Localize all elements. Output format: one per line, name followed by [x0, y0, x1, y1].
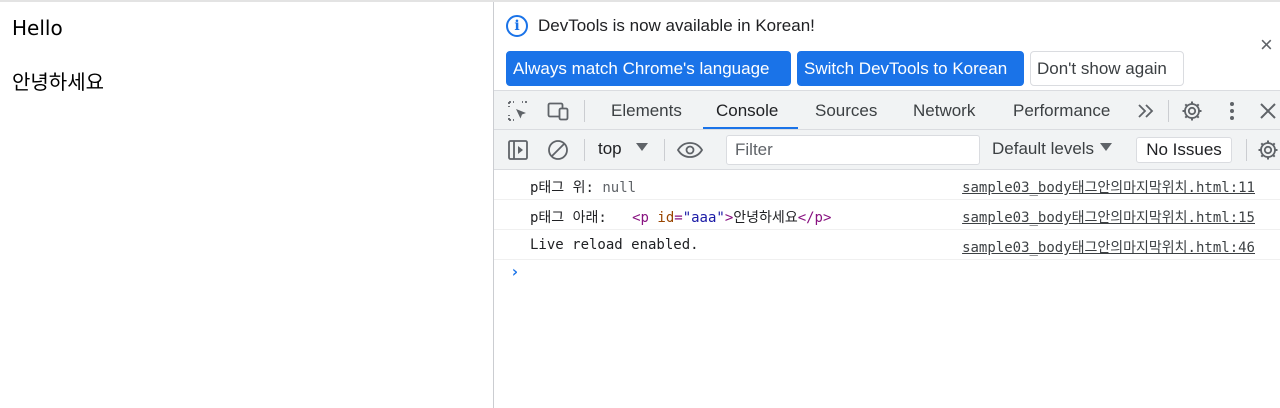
always-match-language-button[interactable]: Always match Chrome's language [506, 51, 791, 86]
chevron-down-icon[interactable] [636, 143, 648, 151]
console-toolbar: top Default levels No Issues [494, 130, 1280, 170]
tab-network[interactable]: Network [913, 91, 975, 130]
message-label: p태그 아래: [530, 210, 616, 226]
message-label: p태그 위: [530, 180, 603, 196]
toolbar-divider [664, 139, 665, 161]
info-icon: i [506, 15, 528, 37]
toolbar-divider [584, 139, 585, 161]
context-selector[interactable]: top [598, 139, 622, 159]
tab-sources[interactable]: Sources [815, 91, 877, 130]
issues-button[interactable]: No Issues [1136, 137, 1232, 163]
toolbar-divider [1246, 139, 1247, 161]
infobar-message: DevTools is now available in Korean! [538, 16, 815, 35]
console-filter-input[interactable] [726, 135, 980, 165]
chevron-down-icon[interactable] [1100, 143, 1112, 151]
html-attr-value: "aaa" [682, 210, 725, 226]
page-paragraph-p: 안녕하세요 [12, 70, 104, 94]
html-text: 안녕하세요 [733, 210, 798, 226]
tab-performance[interactable]: Performance [1013, 91, 1110, 130]
html-end-tag: </p> [797, 210, 832, 226]
html-tag-open: <p [632, 210, 649, 226]
tab-console[interactable]: Console [716, 91, 778, 130]
console-settings-gear-icon[interactable] [1256, 138, 1280, 162]
page-paragraph-hello: Hello [12, 16, 63, 40]
console-message-row: p태그 위: null sample03_body태그안의마지막위치.html:… [494, 170, 1280, 200]
source-link[interactable]: sample03_body태그안의마지막위치.html:15 [962, 207, 1255, 227]
sidebar-toggle-icon[interactable] [506, 138, 530, 162]
console-message-row: p태그 아래: <p id="aaa">안녕하세요</p> sample03_b… [494, 200, 1280, 230]
page-viewport: Hello 안녕하세요 [0, 2, 493, 408]
console-message-row: Live reload enabled. sample03_body태그안의마지… [494, 230, 1280, 260]
toolbar-divider [584, 100, 585, 122]
inspect-element-icon[interactable] [506, 99, 530, 123]
html-attr-eq: = [674, 210, 683, 226]
language-infobar: i DevTools is now available in Korean! ×… [494, 2, 1280, 90]
message-value: null [602, 180, 637, 196]
console-message[interactable]: p태그 아래: <p id="aaa">안녕하세요</p> [530, 207, 831, 227]
dont-show-again-button[interactable]: Don't show again [1030, 51, 1184, 86]
settings-gear-icon[interactable] [1180, 99, 1204, 123]
console-message[interactable]: p태그 위: null [530, 177, 636, 197]
devtools-panel: i DevTools is now available in Korean! ×… [493, 2, 1280, 408]
source-link[interactable]: sample03_body태그안의마지막위치.html:11 [962, 177, 1255, 197]
close-devtools-icon[interactable] [1256, 99, 1280, 123]
overflow-chevron-icon[interactable] [1134, 99, 1158, 123]
html-attr-name: id [648, 210, 675, 226]
close-icon[interactable]: × [1260, 34, 1273, 56]
log-levels-dropdown[interactable]: Default levels [992, 139, 1094, 159]
prompt-chevron-icon[interactable]: › [510, 262, 520, 281]
active-tab-indicator [703, 127, 798, 129]
eye-icon[interactable] [676, 138, 704, 162]
tab-elements[interactable]: Elements [611, 91, 682, 130]
console-message[interactable]: Live reload enabled. [530, 237, 699, 253]
more-vertical-icon[interactable] [1220, 99, 1244, 123]
toolbar-divider [1168, 100, 1169, 122]
devtools-tab-bar: Elements Console Sources Network Perform… [494, 90, 1280, 130]
console-messages: p태그 위: null sample03_body태그안의마지막위치.html:… [494, 170, 1280, 408]
switch-to-korean-button[interactable]: Switch DevTools to Korean [797, 51, 1024, 86]
device-toolbar-icon[interactable] [546, 99, 570, 123]
source-link[interactable]: sample03_body태그안의마지막위치.html:46 [962, 237, 1255, 257]
clear-console-icon[interactable] [546, 138, 570, 162]
